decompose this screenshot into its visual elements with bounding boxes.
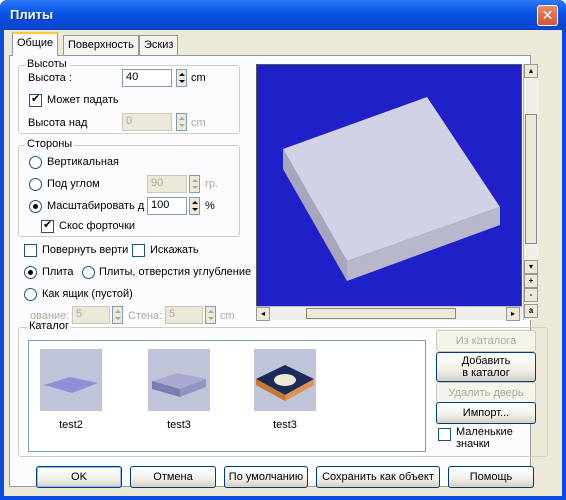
scroll-up-button[interactable]: ▴: [524, 64, 538, 78]
preview-vertical-scrollbar[interactable]: ▴ ▾ + - a: [523, 64, 539, 320]
height-above-label: Высота над: [28, 117, 88, 129]
slabs-holes-radio[interactable]: [82, 266, 95, 279]
angle-unit: гр.: [205, 178, 219, 190]
catalog-group-label: Каталог: [27, 320, 71, 332]
cancel-button[interactable]: Отмена: [130, 466, 216, 488]
small-icons-label-line1: Маленькие: [456, 426, 513, 438]
from-catalog-button[interactable]: Из каталога: [436, 330, 536, 352]
wall-unit: cm: [220, 310, 235, 322]
small-icons-label: Маленькие значки: [456, 426, 513, 450]
wall-label: Стена:: [128, 310, 163, 322]
vertical-label: Вертикальная: [47, 156, 119, 168]
slab-radio[interactable]: [24, 266, 37, 279]
scroll-left-button[interactable]: ◂: [256, 307, 270, 321]
slab-with-hole-thumbnail: [254, 349, 316, 411]
zoom-out-button[interactable]: -: [524, 288, 538, 302]
vertical-scroll-thumb[interactable]: [525, 114, 537, 244]
title-bar[interactable]: Плиты ✕: [0, 0, 566, 30]
ok-button[interactable]: OK: [36, 466, 122, 488]
delete-door-button[interactable]: Удалить дверь: [436, 382, 536, 404]
height-unit: cm: [191, 72, 206, 84]
add-to-catalog-button[interactable]: Добавить в каталог: [436, 352, 536, 382]
scale-input[interactable]: 100: [147, 197, 187, 215]
tab-sketch[interactable]: Эскиз: [139, 35, 179, 55]
wall-spinner[interactable]: [205, 306, 216, 324]
angle-label: Под углом: [47, 178, 100, 190]
heights-group-label: Высоты: [25, 58, 69, 70]
catalog-item-caption: test2: [59, 419, 83, 431]
horizontal-scroll-thumb[interactable]: [306, 308, 456, 319]
zoom-in-button[interactable]: +: [524, 274, 538, 288]
slab-3d-render: [283, 97, 500, 281]
add-to-catalog-label-line2: в каталог: [462, 367, 510, 379]
can-fall-checkbox[interactable]: [29, 92, 42, 107]
distort-checkbox[interactable]: [132, 244, 145, 257]
angle-radio[interactable]: [29, 178, 42, 191]
sides-group: Стороны Вертикальная Под углом 90 гр. Ма…: [18, 138, 240, 237]
angle-spinner[interactable]: [189, 175, 200, 193]
scale-unit: %: [205, 200, 215, 212]
rotate-checkbox[interactable]: [24, 244, 37, 257]
height-input[interactable]: 40: [122, 69, 172, 87]
height-above-unit: cm: [191, 117, 206, 129]
rotate-label: Повернуть верти: [42, 244, 129, 256]
small-icons-checkbox[interactable]: [438, 428, 451, 441]
can-fall-label: Может падать: [47, 94, 119, 106]
catalog-item[interactable]: test3: [139, 349, 219, 431]
window-title: Плиты: [10, 7, 54, 22]
box-label: Как ящик (пустой): [42, 288, 133, 300]
scroll-down-button[interactable]: ▾: [524, 260, 538, 274]
angle-input[interactable]: 90: [147, 175, 187, 193]
bevel-label: Скос форточки: [59, 220, 136, 232]
add-to-catalog-label-line1: Добавить: [461, 355, 511, 367]
catalog-item-caption: test3: [167, 419, 191, 431]
tab-surface[interactable]: Поверхность: [63, 35, 139, 55]
heights-group: Высоты Высота : 40 cm Может падать Высот…: [18, 58, 240, 134]
scroll-right-button[interactable]: ▸: [506, 307, 520, 321]
distort-label: Искажать: [150, 244, 199, 256]
thick-slab-thumbnail: [148, 349, 210, 411]
scale-spinner[interactable]: [189, 197, 200, 215]
3d-preview[interactable]: [256, 64, 522, 320]
catalog-item[interactable]: test3: [245, 349, 325, 431]
height-above-spinner[interactable]: [176, 113, 187, 131]
dialog-client-area: Общие Поверхность Эскиз Высоты Высота : …: [4, 30, 562, 496]
close-button[interactable]: ✕: [537, 5, 558, 26]
height-spinner[interactable]: [176, 69, 187, 87]
catalog-item-caption: test3: [273, 419, 297, 431]
default-button[interactable]: По умолчанию: [224, 466, 308, 488]
wall-input[interactable]: 5: [165, 306, 203, 324]
height-above-input[interactable]: 0: [122, 113, 172, 131]
preview-horizontal-scrollbar[interactable]: ◂ ▸: [256, 306, 522, 321]
tab-general[interactable]: Общие: [12, 32, 59, 56]
dialog-window: Плиты ✕ Общие Поверхность Эскиз Высоты В…: [0, 0, 566, 500]
catalog-item[interactable]: test2: [31, 349, 111, 431]
vertical-radio[interactable]: [29, 156, 42, 169]
slabs-holes-label: Плиты, отверстия углубление: [99, 266, 252, 278]
sides-group-label: Стороны: [25, 138, 75, 150]
flat-slab-thumbnail: [40, 349, 102, 411]
import-button[interactable]: Импорт...: [436, 402, 536, 424]
catalog-list[interactable]: test2 test3 test3: [28, 340, 426, 452]
scale-radio[interactable]: [29, 200, 42, 213]
help-button[interactable]: Помощь: [448, 466, 534, 488]
box-radio[interactable]: [24, 288, 37, 301]
scale-label: Масштабировать д: [47, 200, 145, 212]
height-label: Высота :: [28, 72, 72, 84]
base-input[interactable]: 5: [72, 306, 110, 324]
save-as-object-button[interactable]: Сохранить как объект: [316, 466, 440, 488]
zoom-auto-button[interactable]: a: [524, 304, 538, 318]
slab-label: Плита: [42, 266, 74, 278]
base-spinner[interactable]: [112, 306, 123, 324]
small-icons-label-line2: значки: [456, 438, 490, 450]
bevel-checkbox[interactable]: [41, 218, 54, 233]
